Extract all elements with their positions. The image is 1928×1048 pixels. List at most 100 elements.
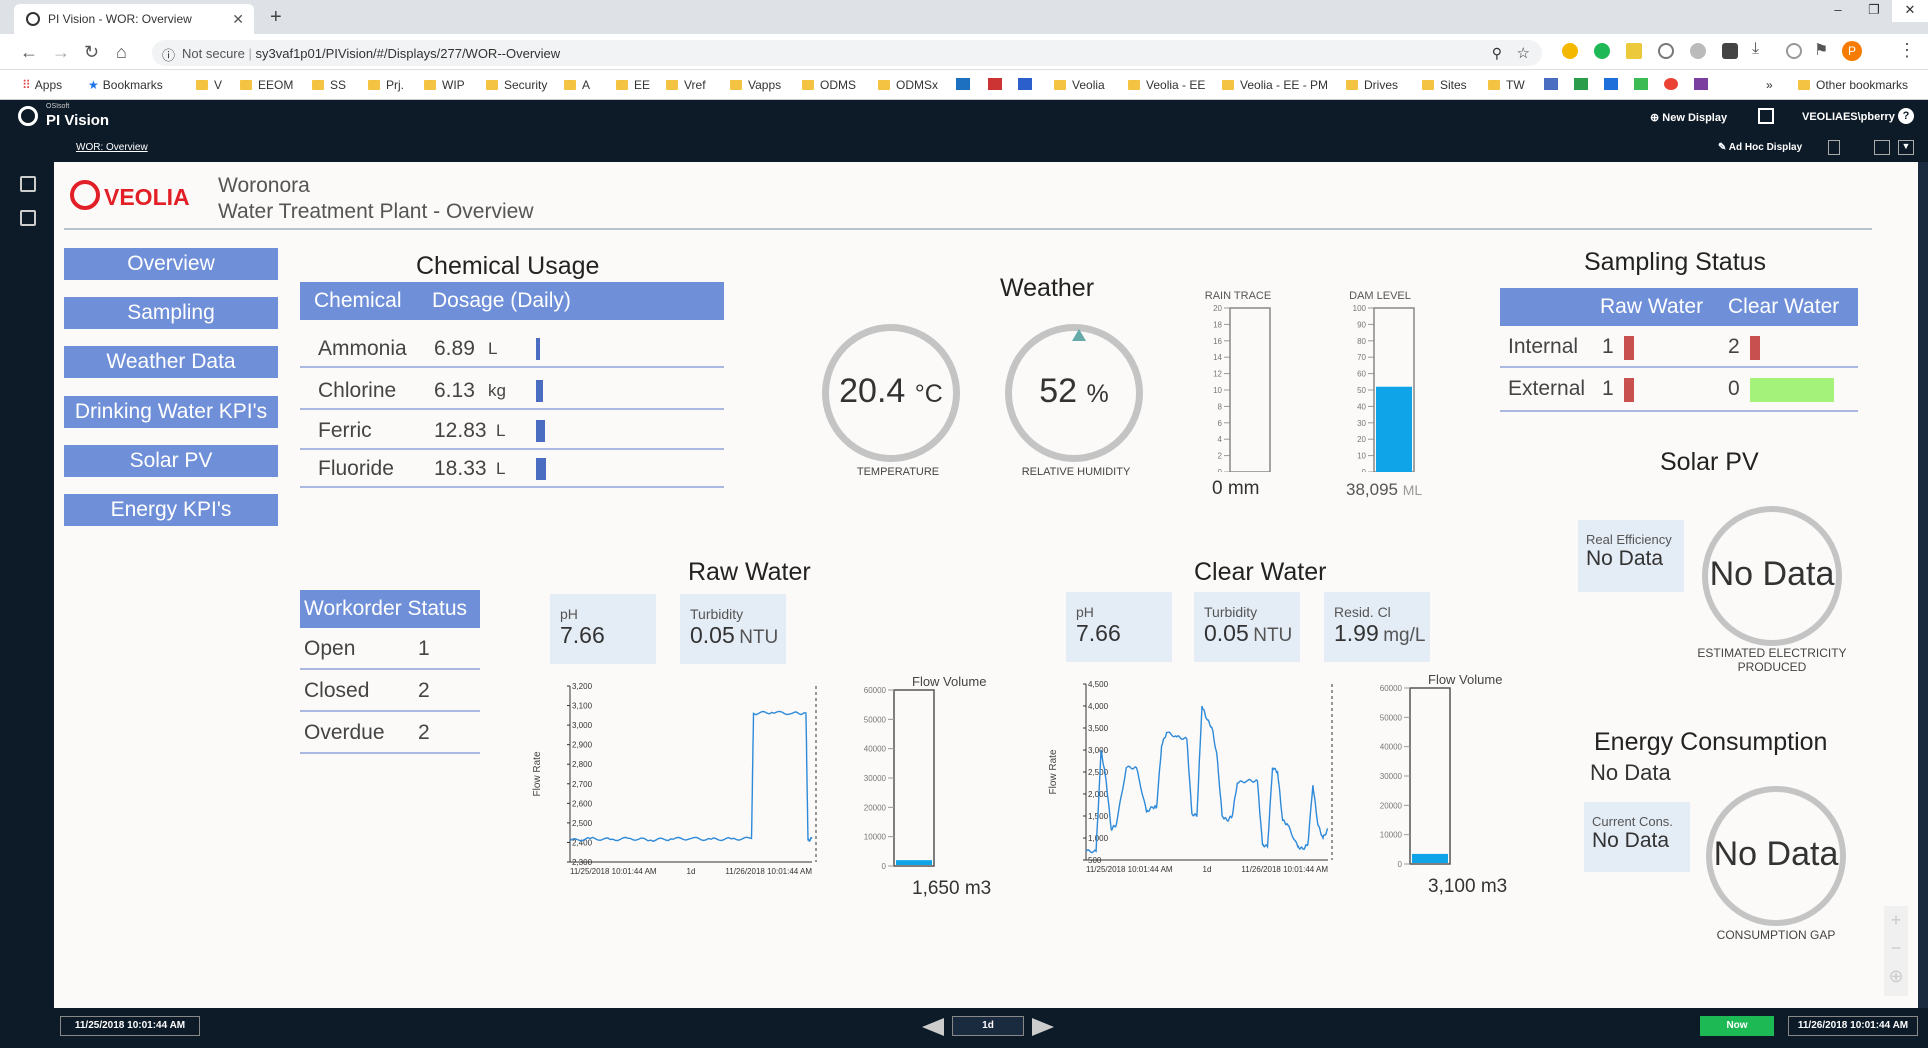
bookmark-odms[interactable]: ODMS — [802, 78, 856, 92]
bookmark-odmsx[interactable]: ODMSx — [878, 78, 938, 92]
restore-icon[interactable]: ❐ — [1856, 0, 1892, 22]
info-icon[interactable]: ⓘ — [162, 45, 175, 64]
previous-time-arrow-icon[interactable] — [922, 1018, 944, 1036]
site-name: Woronora — [218, 174, 310, 197]
menu-icon[interactable]: ⋮ — [1898, 40, 1916, 61]
bookmark-veolia-ee-pm[interactable]: Veolia - EE - PM — [1222, 78, 1328, 92]
other-bookmarks[interactable]: Other bookmarks — [1798, 78, 1908, 92]
bookmark-icon[interactable] — [1604, 78, 1618, 90]
bookmark-icon[interactable] — [1634, 78, 1648, 90]
save-icon[interactable] — [1874, 140, 1890, 155]
real-efficiency-panel: Real Efficiency No Data — [1578, 520, 1684, 592]
bookmark-wip[interactable]: WIP — [424, 78, 465, 92]
bookmark-bookmarks[interactable]: ★ Bookmarks — [88, 78, 163, 92]
library-icon[interactable] — [20, 210, 36, 226]
bookmark-prj[interactable]: Prj. — [368, 78, 404, 92]
star-icon[interactable]: ☆ — [1517, 44, 1530, 62]
help-icon[interactable]: ? — [1898, 108, 1914, 124]
nav-sampling-button[interactable]: Sampling — [64, 297, 278, 329]
zoom-icon[interactable]: ⚲ — [1492, 45, 1502, 62]
url-field[interactable]: ⓘ Not secure | sy3vaf1p01/PIVision/#/Dis… — [152, 40, 1542, 66]
bookmark-v[interactable]: V — [196, 78, 222, 92]
app-title[interactable]: PI Vision — [46, 112, 109, 129]
bookmark-apps[interactable]: ⠿ Apps — [22, 78, 62, 92]
start-time-field[interactable]: 11/25/2018 10:01:44 AM — [60, 1016, 200, 1036]
nav-drinking-water-kpis-button[interactable]: Drinking Water KPI's — [64, 396, 278, 428]
clear-turbidity-panel: Turbidity 0.05 NTU — [1194, 592, 1300, 662]
forward-icon[interactable]: → — [52, 42, 70, 63]
bookmark-eeom[interactable]: EEOM — [240, 78, 293, 92]
x-tick-label: 11/26/2018 10:01:44 AM — [1241, 865, 1328, 874]
duration-field[interactable]: 1d — [952, 1016, 1024, 1036]
bookmark-ss[interactable]: SS — [312, 78, 346, 92]
nav-solar-pv-button[interactable]: Solar PV — [64, 445, 278, 477]
close-tab-icon[interactable]: ✕ — [232, 11, 244, 28]
new-tab-icon[interactable]: + — [270, 6, 282, 29]
bookmark-veolia-ee[interactable]: Veolia - EE — [1128, 78, 1205, 92]
extension-icon[interactable] — [1562, 43, 1578, 59]
bookmark-a[interactable]: A — [564, 78, 590, 92]
breadcrumb[interactable]: WOR: Overview — [76, 142, 148, 153]
clear-water-flow-chart[interactable]: 5001,0001,5002,0002,5003,0003,5004,0004,… — [1044, 674, 1464, 896]
nav-weather-data-button[interactable]: Weather Data — [64, 346, 278, 378]
volume-tick-label: 0 — [882, 862, 887, 871]
drive-icon[interactable] — [1574, 78, 1588, 90]
new-display-button[interactable]: ⊕ New Display — [1650, 111, 1727, 124]
now-button[interactable]: Now — [1700, 1016, 1774, 1036]
extension-icon[interactable] — [1786, 43, 1802, 59]
bookmark-security[interactable]: Security — [486, 78, 547, 92]
end-time-field[interactable]: 11/26/2018 10:01:44 AM — [1788, 1016, 1918, 1036]
compare-icon[interactable] — [1828, 140, 1840, 155]
adhoc-display-button[interactable]: ✎ Ad Hoc Display — [1718, 142, 1802, 153]
electricity-produced-gauge: No Data — [1702, 506, 1842, 646]
bookmark-sites[interactable]: Sites — [1422, 78, 1467, 92]
real-efficiency-label: Real Efficiency — [1586, 532, 1672, 547]
grammarly-icon[interactable] — [1594, 43, 1610, 59]
zoom-in-icon[interactable]: + — [1884, 906, 1908, 934]
bookmark-icon[interactable] — [1544, 78, 1558, 90]
breadcrumb-bar: WOR: Overview ✎ Ad Hoc Display ▼ — [8, 134, 1928, 162]
bookmark-icon[interactable] — [988, 78, 1002, 90]
zoom-out-icon[interactable]: − — [1884, 934, 1908, 962]
user-menu[interactable]: VEOLIAES\pberry — [1802, 111, 1895, 123]
raw-water-flow-chart[interactable]: 2,300 2,400 2,500 2,600 2,700 2,800 2,900 3,000… — [528, 676, 948, 898]
nav-overview-button[interactable]: Overview — [64, 248, 278, 280]
browser-tab[interactable]: PI Vision - WOR: Overview ✕ — [14, 4, 254, 34]
bookmark-tw[interactable]: TW — [1488, 78, 1525, 92]
flow-rate-line — [569, 710, 813, 843]
clear-residual-cl-unit: mg/L — [1383, 625, 1426, 646]
extension-icon[interactable] — [1626, 43, 1642, 59]
google-icon[interactable] — [1664, 78, 1678, 90]
next-time-arrow-icon[interactable] — [1032, 1018, 1054, 1036]
events-icon[interactable] — [20, 176, 36, 192]
download-icon[interactable]: ⤓ — [1752, 40, 1759, 58]
extension-icon[interactable] — [1658, 43, 1674, 59]
bookmark-ee[interactable]: EE — [616, 78, 650, 92]
calendar-icon[interactable] — [1018, 78, 1032, 90]
bookmark-vapps[interactable]: Vapps — [730, 78, 781, 92]
extension-icon[interactable]: ⚑ — [1814, 40, 1828, 60]
bookmark-vref[interactable]: Vref — [666, 78, 706, 92]
bookmark-veolia[interactable]: Veolia — [1054, 78, 1105, 92]
close-window-icon[interactable]: ✕ — [1892, 0, 1928, 22]
clear-flow-volume-value: 3,100 — [1428, 876, 1476, 897]
flow-volume-fill — [896, 860, 932, 865]
profile-avatar[interactable]: P — [1842, 41, 1862, 61]
reload-icon[interactable]: ↻ — [84, 42, 99, 63]
onenote-icon[interactable] — [1694, 78, 1708, 90]
nav-energy-kpis-button[interactable]: Energy KPI's — [64, 494, 278, 526]
dropdown-icon[interactable]: ▼ — [1898, 140, 1914, 155]
more-bookmarks[interactable]: » — [1766, 78, 1773, 92]
zoom-fit-icon[interactable]: ⊕ — [1884, 962, 1908, 990]
minimize-icon[interactable]: – — [1820, 0, 1856, 22]
dosage-bar — [536, 380, 543, 402]
bookmark-drives[interactable]: Drives — [1346, 78, 1398, 92]
extension-icon[interactable] — [1722, 43, 1738, 59]
bookmark-icon[interactable] — [956, 78, 970, 90]
real-efficiency-value: No Data — [1586, 547, 1664, 570]
back-icon[interactable]: ← — [20, 42, 38, 63]
bookmarks-bar: ⠿ Apps ★ Bookmarks V EEOM SS Prj. WIP Secu… — [0, 70, 1928, 100]
extension-icon[interactable] — [1690, 43, 1706, 59]
home-icon[interactable]: ⌂ — [116, 42, 127, 63]
display-icon[interactable] — [1758, 108, 1774, 124]
